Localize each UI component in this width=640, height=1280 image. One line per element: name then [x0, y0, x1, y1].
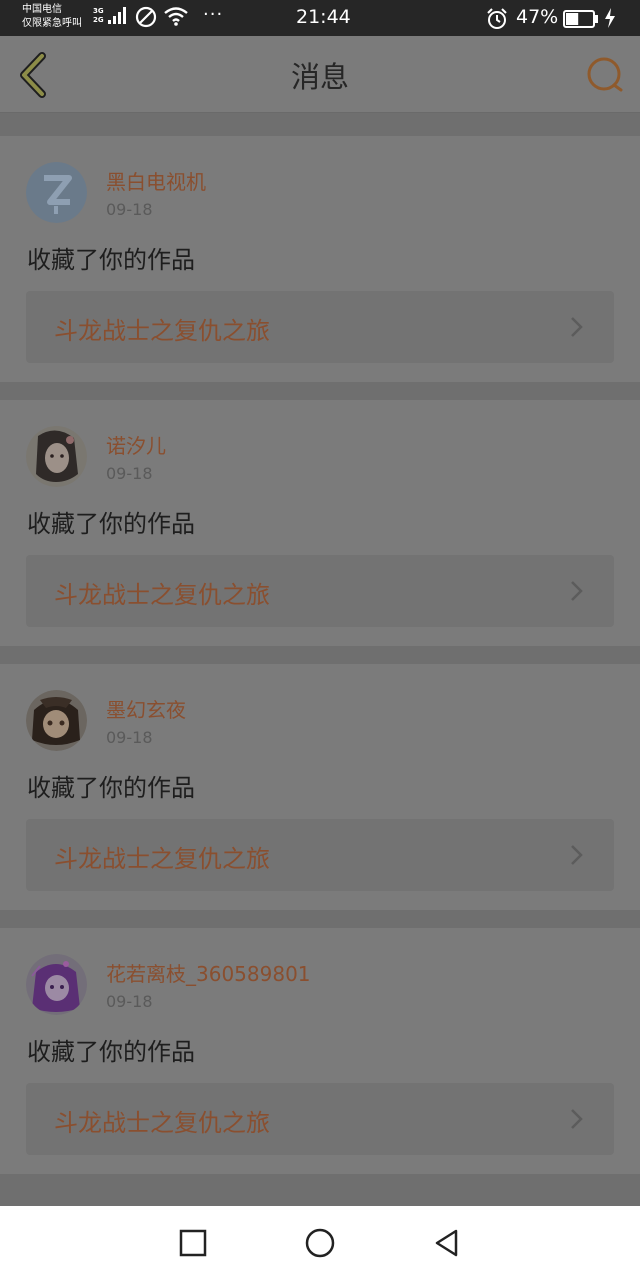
top-header: 消息 — [0, 36, 640, 113]
system-nav-bar — [0, 1206, 640, 1280]
status-time: 21:44 — [296, 6, 351, 28]
network-type: 3G 2G — [93, 7, 104, 25]
message-action: 收藏了你的作品 — [27, 1038, 195, 1066]
user-avatar[interactable] — [26, 162, 87, 223]
no-sim-icon — [135, 6, 157, 28]
message-date: 09-18 — [106, 200, 153, 219]
circle-icon[interactable] — [305, 1228, 335, 1258]
chevron-right-icon — [571, 1109, 583, 1129]
username[interactable]: 墨幻玄夜 — [106, 694, 186, 723]
battery-icon — [563, 10, 598, 28]
message-card: 花若离枝_360589801 09-18 收藏了你的作品 斗龙战士之复仇之旅 — [0, 928, 640, 1174]
message-action: 收藏了你的作品 — [27, 246, 195, 274]
chevron-right-icon — [571, 581, 583, 601]
work-link[interactable]: 斗龙战士之复仇之旅 — [26, 291, 614, 363]
work-title: 斗龙战士之复仇之旅 — [54, 1109, 270, 1137]
page-title: 消息 — [290, 60, 349, 94]
user-avatar[interactable] — [26, 954, 87, 1015]
network-type-top: 3G — [93, 7, 104, 15]
search-icon[interactable] — [584, 54, 626, 96]
message-date: 09-18 — [106, 728, 153, 747]
messages-screen: 消息 黑白电视机 09-18 收藏了你的作品 斗龙战士之复仇之旅 诺汐儿 09-… — [0, 36, 640, 1206]
charging-icon — [605, 8, 615, 28]
user-avatar[interactable] — [26, 426, 87, 487]
message-card: 黑白电视机 09-18 收藏了你的作品 斗龙战士之复仇之旅 — [0, 136, 640, 382]
work-link[interactable]: 斗龙战士之复仇之旅 — [26, 1083, 614, 1155]
purple-hair-avatar — [26, 954, 87, 1015]
more-notifications-icon: ··· — [203, 4, 224, 25]
username[interactable]: 花若离枝_360589801 — [106, 958, 311, 987]
battery-percent: 47% — [516, 6, 559, 28]
message-card: 墨幻玄夜 09-18 收藏了你的作品 斗龙战士之复仇之旅 — [0, 664, 640, 910]
wifi-icon — [164, 7, 188, 26]
work-link[interactable]: 斗龙战士之复仇之旅 — [26, 819, 614, 891]
network-type-bottom: 2G — [93, 16, 104, 24]
message-date: 09-18 — [106, 992, 153, 1011]
carrier-name: 中国电信 — [22, 4, 62, 15]
message-date: 09-18 — [106, 464, 153, 483]
work-title: 斗龙战士之复仇之旅 — [54, 317, 270, 345]
signal-icon — [108, 7, 126, 24]
username[interactable]: 黑白电视机 — [106, 166, 206, 195]
carrier-info: 中国电信 仅限紧急呼叫 — [22, 3, 82, 31]
user-avatar[interactable] — [26, 690, 87, 751]
chevron-right-icon — [571, 845, 583, 865]
work-link[interactable]: 斗龙战士之复仇之旅 — [26, 555, 614, 627]
message-action: 收藏了你的作品 — [27, 510, 195, 538]
work-title: 斗龙战士之复仇之旅 — [54, 581, 270, 609]
username[interactable]: 诺汐儿 — [106, 430, 166, 459]
status-bar: 中国电信 仅限紧急呼叫 3G 2G ··· 21:44 47% — [0, 0, 640, 36]
triangle-back-icon[interactable] — [432, 1228, 462, 1258]
chevron-right-icon — [571, 317, 583, 337]
emergency-only-label: 仅限紧急呼叫 — [22, 18, 82, 29]
anime-girl-avatar — [26, 426, 87, 487]
alarm-icon — [487, 8, 507, 29]
default-avatar-icon — [26, 162, 87, 223]
work-title: 斗龙战士之复仇之旅 — [54, 845, 270, 873]
message-action: 收藏了你的作品 — [27, 774, 195, 802]
anime-character-avatar — [26, 690, 87, 751]
message-card: 诺汐儿 09-18 收藏了你的作品 斗龙战士之复仇之旅 — [0, 400, 640, 646]
square-icon[interactable] — [178, 1228, 208, 1258]
